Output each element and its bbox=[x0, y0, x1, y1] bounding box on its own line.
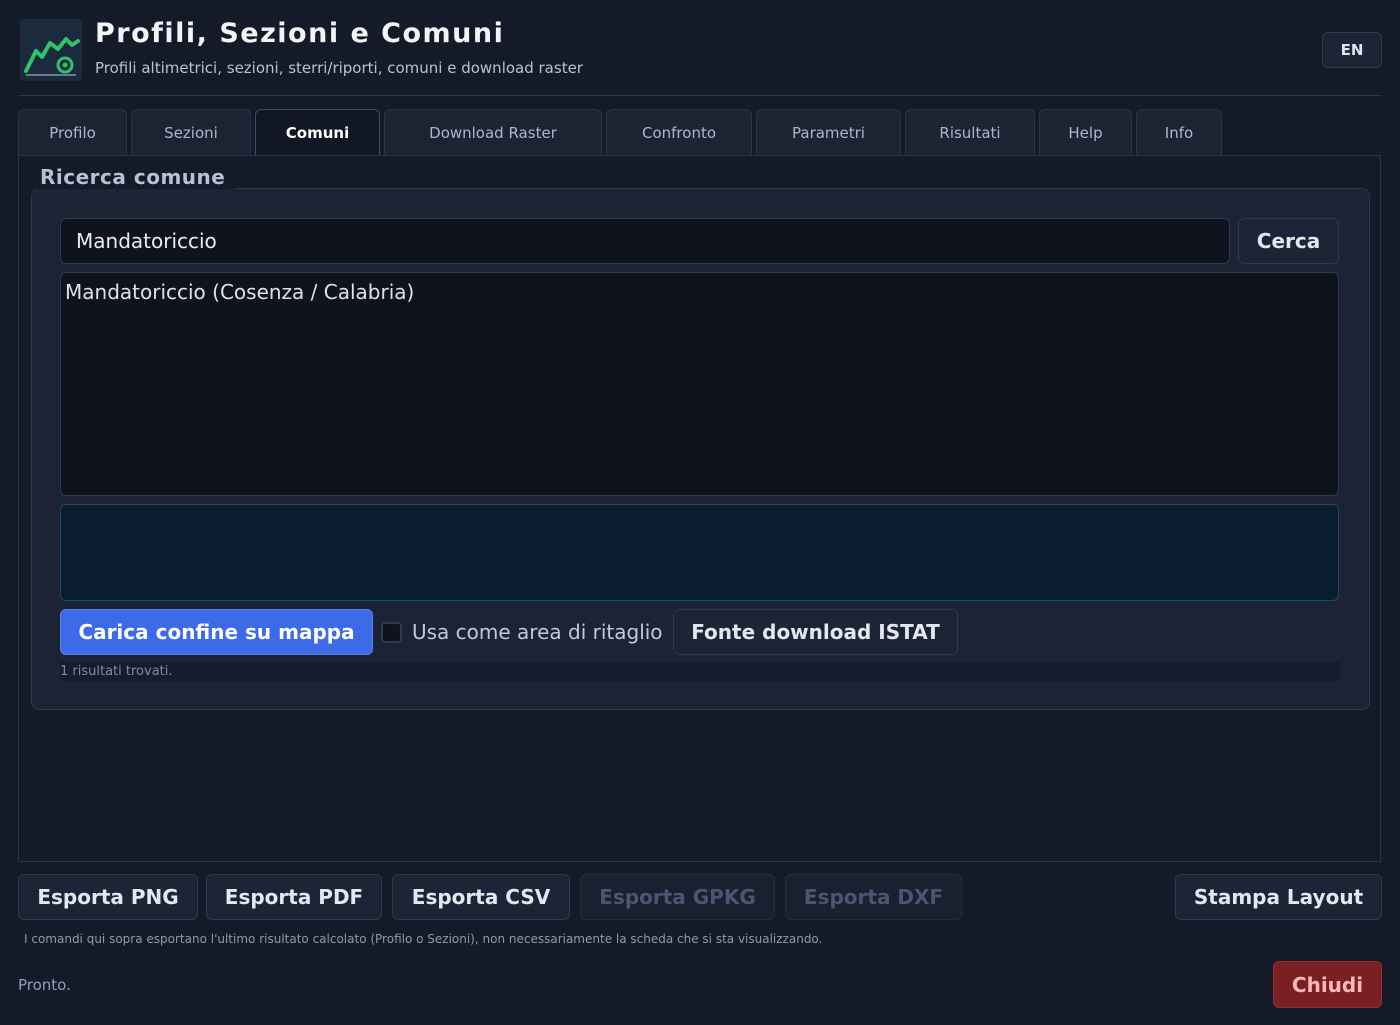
print-layout-button[interactable]: Stampa Layout bbox=[1175, 874, 1382, 920]
app-title: Profili, Sezioni e Comuni bbox=[95, 18, 505, 49]
municipality-info-box bbox=[60, 504, 1339, 601]
app-subtitle: Profili altimetrici, sezioni, sterri/rip… bbox=[95, 59, 583, 77]
checkbox-box[interactable] bbox=[381, 621, 402, 643]
footer-divider bbox=[18, 861, 1382, 862]
search-button[interactable]: Cerca bbox=[1238, 218, 1339, 264]
clip-area-label[interactable]: Usa come area di ritaglio bbox=[412, 620, 663, 644]
export-png-button[interactable]: Esporta PNG bbox=[18, 874, 198, 920]
language-toggle-button[interactable]: EN bbox=[1322, 32, 1382, 68]
export-gpkg-button[interactable]: Esporta GPKG bbox=[580, 874, 775, 920]
close-button[interactable]: Chiudi bbox=[1273, 961, 1382, 1008]
list-item[interactable]: Mandatoriccio (Cosenza / Calabria) bbox=[65, 280, 414, 304]
municipality-search-input[interactable]: Mandatoriccio bbox=[60, 218, 1230, 264]
clip-area-checkbox[interactable]: Usa come area di ritaglio bbox=[381, 609, 665, 655]
tab-comuni[interactable]: Comuni bbox=[255, 109, 380, 156]
load-boundary-button[interactable]: Carica confine su mappa bbox=[60, 609, 373, 655]
header-divider bbox=[18, 95, 1382, 96]
tab-bar: Profilo Sezioni Comuni Download Raster C… bbox=[18, 109, 1226, 156]
search-group-title: Ricerca comune bbox=[30, 165, 236, 189]
tab-info[interactable]: Info bbox=[1136, 109, 1222, 156]
tab-sezioni[interactable]: Sezioni bbox=[131, 109, 251, 156]
tab-help[interactable]: Help bbox=[1039, 109, 1132, 156]
tab-confronto[interactable]: Confronto bbox=[606, 109, 752, 156]
istat-source-button[interactable]: Fonte download ISTAT bbox=[673, 609, 958, 655]
tab-profilo[interactable]: Profilo bbox=[18, 109, 127, 156]
results-count: 1 risultati trovati. bbox=[60, 662, 1340, 681]
export-dxf-button[interactable]: Esporta DXF bbox=[785, 874, 962, 920]
tab-parametri[interactable]: Parametri bbox=[756, 109, 901, 156]
export-csv-button[interactable]: Esporta CSV bbox=[392, 874, 570, 920]
tab-download-raster[interactable]: Download Raster bbox=[384, 109, 602, 156]
elevation-profile-icon bbox=[20, 19, 82, 81]
tab-risultati[interactable]: Risultati bbox=[905, 109, 1035, 156]
app-header: Profili, Sezioni e Comuni Profili altime… bbox=[18, 14, 1382, 94]
export-note: I comandi qui sopra esportano l'ultimo r… bbox=[24, 932, 823, 946]
results-list[interactable]: Mandatoriccio (Cosenza / Calabria) bbox=[60, 272, 1339, 496]
export-pdf-button[interactable]: Esporta PDF bbox=[206, 874, 382, 920]
status-text: Pronto. bbox=[18, 976, 71, 994]
